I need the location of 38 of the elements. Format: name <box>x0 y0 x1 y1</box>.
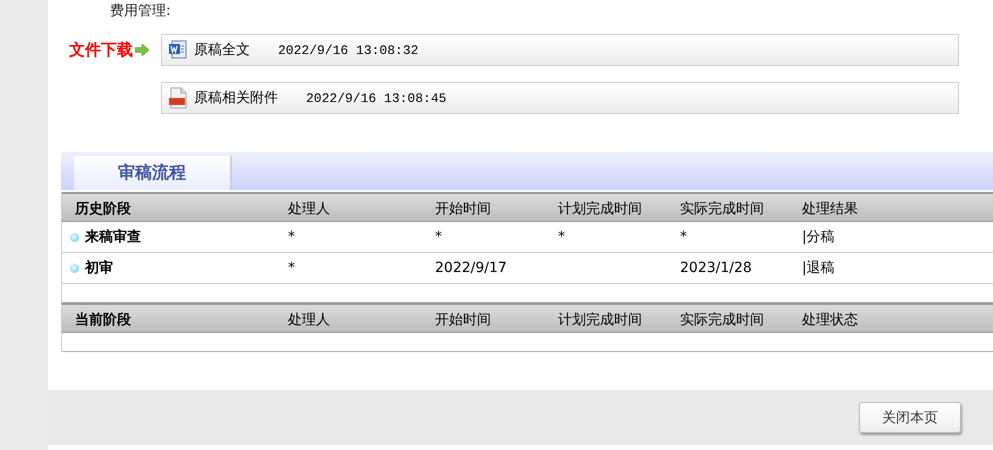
column-header: 计划完成时间 <box>558 192 680 222</box>
close-page-button[interactable]: 关闭本页 <box>859 402 961 433</box>
pdf-document-icon <box>168 87 188 109</box>
file-name: 原稿全文 <box>194 41 250 59</box>
table-cell: * <box>288 222 435 253</box>
column-header: 处理状态 <box>802 303 993 333</box>
table-cell: * <box>680 222 802 253</box>
upload-time: 2022/9/16 13:08:45 <box>306 90 446 106</box>
word-document-icon <box>168 40 188 60</box>
file-download-link[interactable]: 原稿相关附件 2022/9/16 13:08:45 <box>161 82 959 114</box>
stage-name: 来稿审查 <box>85 228 141 247</box>
table-cell: * <box>288 253 435 284</box>
column-header: 处理结果 <box>802 192 993 222</box>
column-header: 开始时间 <box>435 303 558 333</box>
column-header: 计划完成时间 <box>558 303 680 333</box>
section-tab[interactable]: 审稿流程 <box>74 156 232 190</box>
table-cell: * <box>558 222 680 253</box>
table-cell: * <box>435 222 558 253</box>
column-header: 历史阶段 <box>62 192 288 222</box>
table-cell: |退稿 <box>802 253 993 284</box>
file-download-link[interactable]: 原稿全文 2022/9/16 13:08:32 <box>161 34 959 66</box>
stage-name: 初审 <box>85 258 113 278</box>
stage-dot-icon <box>70 232 79 242</box>
table-cell: 2022/9/17 <box>435 253 558 284</box>
arrow-icon <box>135 44 149 56</box>
column-header: 处理人 <box>288 192 435 222</box>
file-name: 原稿相关附件 <box>194 89 278 107</box>
table-cell: |分稿 <box>802 222 993 253</box>
column-header: 实际完成时间 <box>680 303 802 333</box>
column-header: 开始时间 <box>435 192 558 222</box>
column-header: 当前阶段 <box>62 303 288 333</box>
fee-label: 费用管理: <box>110 2 172 21</box>
download-label: 文件下载 <box>69 40 133 60</box>
stage-dot-icon <box>70 264 79 272</box>
column-header: 处理人 <box>288 303 435 333</box>
column-header: 实际完成时间 <box>680 192 802 222</box>
upload-time: 2022/9/16 13:08:32 <box>278 42 418 58</box>
table-cell: 2023/1/28 <box>680 253 802 284</box>
